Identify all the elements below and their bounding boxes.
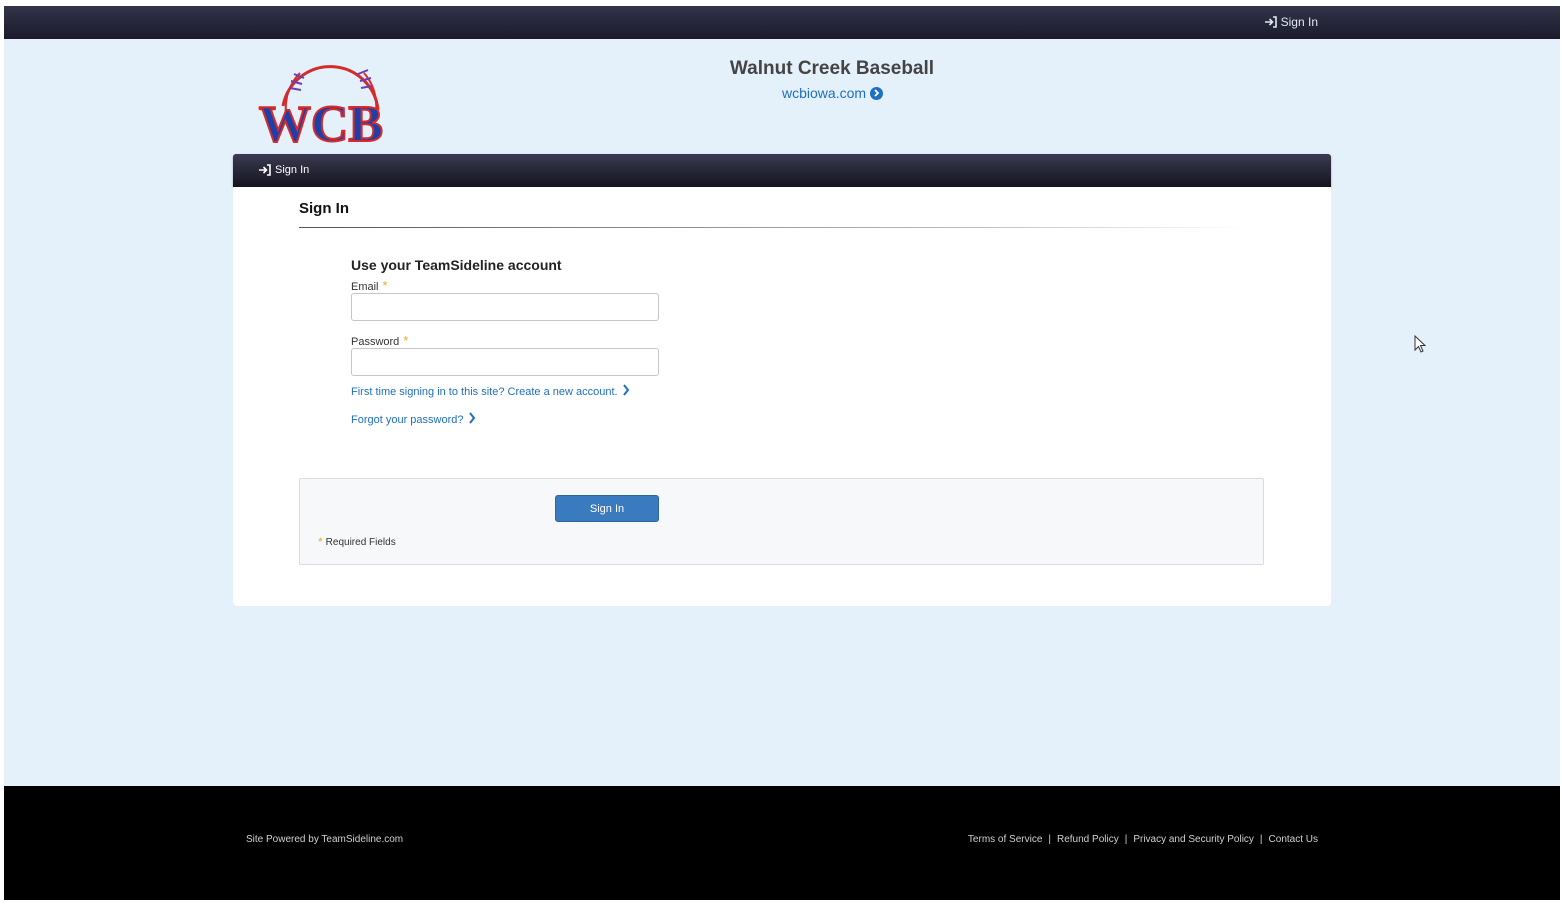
email-label: Email * [351,278,388,293]
footer-separator: | [1048,834,1051,845]
site-website-label: wcbiowa.com [782,85,867,101]
asterisk-icon: * [382,278,388,293]
sign-in-icon [1264,16,1278,28]
svg-text:WCB: WCB [259,96,383,148]
forgot-password-link[interactable]: Forgot your password? [351,412,476,427]
site-title: Walnut Creek Baseball [729,58,935,79]
nav-signin-label: Sign In [275,164,310,176]
contact-us-link[interactable]: Contact Us [1269,834,1318,845]
site-footer: Site Powered by TeamSideline.com Terms o… [4,786,1560,900]
sign-in-form: Use your TeamSideline account Email * Pas… [351,257,659,426]
required-fields-label: Required Fields [325,536,396,548]
sign-in-button[interactable]: Sign In [555,495,659,522]
create-account-label: First time signing in to this site? Crea… [351,385,618,398]
nav-signin-link[interactable]: Sign In [258,164,309,176]
main-nav-bar: Sign In [233,154,1331,187]
page-title: Sign In [299,200,349,217]
footer-separator: | [1124,834,1128,845]
powered-by-text: Site Powered by TeamSideline.com [246,834,404,845]
mouse-cursor-icon [1414,334,1427,358]
page-frame: Sign In WCB Walnut Creek Baseball wcbiow… [4,6,1560,900]
top-signin-link[interactable]: Sign In [1264,15,1318,29]
chevron-right-icon [622,384,630,399]
asterisk-icon: * [318,535,323,549]
password-label: Password * [351,333,408,348]
chevron-right-icon [468,412,476,427]
forgot-password-label: Forgot your password? [351,413,464,426]
password-field[interactable] [351,348,659,376]
email-field[interactable] [351,293,659,321]
terms-of-service-link[interactable]: Terms of Service [968,834,1042,845]
top-bar: Sign In [4,6,1560,39]
form-heading: Use your TeamSideline account [351,257,562,273]
form-actions-box: Sign In * Required Fields [299,478,1264,565]
create-account-link[interactable]: First time signing in to this site? Crea… [351,384,630,399]
asterisk-icon: * [403,333,409,348]
sign-in-icon [258,164,272,176]
footer-links: Terms of Service | Refund Policy | Priva… [968,834,1318,845]
circle-chevron-right-icon [870,86,884,100]
email-label-text: Email [351,281,379,293]
refund-policy-link[interactable]: Refund Policy [1057,834,1119,845]
footer-separator: | [1259,834,1263,845]
required-fields-note: * Required Fields [318,535,396,549]
sign-in-panel: Sign In Use your TeamSideline account Em… [233,187,1331,606]
site-header: WCB Walnut Creek Baseball wcbiowa.com [4,39,1560,154]
top-signin-label: Sign In [1280,15,1318,29]
heading-divider [299,227,1244,228]
privacy-policy-link[interactable]: Privacy and Security Policy [1133,834,1254,845]
password-label-text: Password [351,336,400,348]
site-website-link[interactable]: wcbiowa.com [782,85,884,101]
